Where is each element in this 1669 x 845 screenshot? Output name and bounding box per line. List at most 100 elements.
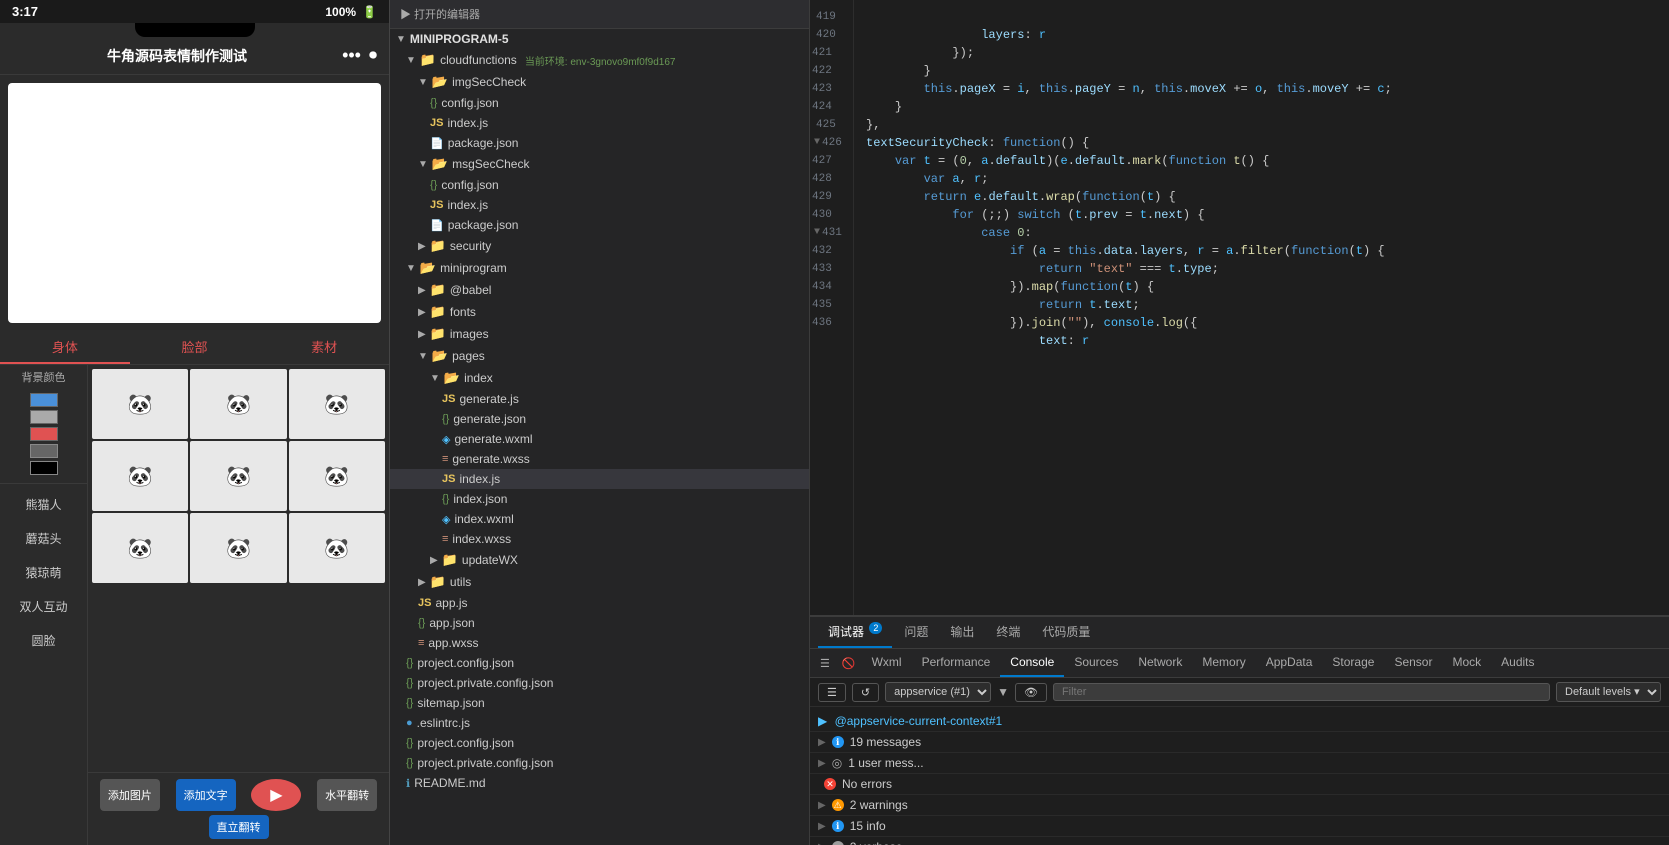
- project-private-config-json[interactable]: {} project.private.config.json: [390, 673, 809, 693]
- grid-item-1[interactable]: 🐼: [92, 369, 188, 439]
- tab-material[interactable]: 素材: [259, 331, 389, 364]
- img-config-json[interactable]: {} config.json: [390, 93, 809, 113]
- security-folder[interactable]: ▶ 📁 security: [390, 235, 809, 257]
- grid-item-6[interactable]: 🐼: [289, 441, 385, 511]
- tab-code-quality[interactable]: 代码质量: [1032, 617, 1100, 648]
- tab-body[interactable]: 身体: [0, 331, 130, 364]
- utils-folder[interactable]: ▶ 📁 utils: [390, 571, 809, 593]
- levels-select[interactable]: Default levels ▾: [1556, 682, 1661, 702]
- console-tab-storage[interactable]: Storage: [1322, 649, 1384, 677]
- swatch-black[interactable]: [30, 461, 58, 475]
- perf-tab-label: Performance: [922, 655, 991, 669]
- img-package-json[interactable]: 📄 package.json: [390, 133, 809, 153]
- record-icon[interactable]: ⏺: [369, 47, 377, 65]
- console-tab-appdata[interactable]: AppData: [1256, 649, 1323, 677]
- imgSecCheck-folder[interactable]: ▼ 📂 imgSecCheck: [390, 71, 809, 93]
- sources-tab-label: Sources: [1074, 655, 1118, 669]
- log-19-messages[interactable]: ▶ ℹ 19 messages: [810, 732, 1669, 753]
- index-folder[interactable]: ▼ 📂 index: [390, 367, 809, 389]
- console-tab-mock[interactable]: Mock: [1442, 649, 1491, 677]
- grid-item-4[interactable]: 🐼: [92, 441, 188, 511]
- next-arrow-btn[interactable]: ▶: [251, 779, 301, 811]
- flip-horizontal-btn[interactable]: 水平翻转: [317, 779, 377, 811]
- eye-btn[interactable]: 👁: [1015, 683, 1047, 702]
- grid-item-5[interactable]: 🐼: [190, 441, 286, 511]
- open-editors-header[interactable]: ▶ 打开的编辑器: [390, 0, 809, 29]
- generate-json[interactable]: {} generate.json: [390, 409, 809, 429]
- outer-project-config[interactable]: {} project.config.json: [390, 733, 809, 753]
- add-text-btn[interactable]: 添加文字: [176, 779, 236, 811]
- swatch-gray[interactable]: [30, 410, 58, 424]
- grid-item-9[interactable]: 🐼: [289, 513, 385, 583]
- root-item[interactable]: ▼ MINIPROGRAM-5: [390, 29, 809, 49]
- log-no-errors[interactable]: ✕ No errors: [810, 774, 1669, 795]
- sidebar-round-face[interactable]: 圆脸: [0, 624, 87, 657]
- updateWX-folder[interactable]: ▶ 📁 updateWX: [390, 549, 809, 571]
- swatch-blue[interactable]: [30, 393, 58, 407]
- console-tab-console[interactable]: Console: [1000, 649, 1064, 677]
- generate-wxss[interactable]: ≡ generate.wxss: [390, 449, 809, 469]
- console-tab-memory[interactable]: Memory: [1192, 649, 1255, 677]
- console-tab-audits[interactable]: Audits: [1491, 649, 1544, 677]
- msg-index-js[interactable]: JS index.js: [390, 195, 809, 215]
- app-json[interactable]: {} app.json: [390, 613, 809, 633]
- more-icon[interactable]: •••: [342, 45, 361, 66]
- index-json[interactable]: {} index.json: [390, 489, 809, 509]
- console-link[interactable]: @appservice-current-context#1: [835, 714, 1003, 728]
- img-index-js[interactable]: JS index.js: [390, 113, 809, 133]
- cloudfunctions-folder[interactable]: ▼ 📁 cloudfunctions 当前环境: env-3gnovo9mf0f…: [390, 49, 809, 71]
- outer-private-config[interactable]: {} project.private.config.json: [390, 753, 809, 773]
- sidebar-mushroom[interactable]: 蘑菇头: [0, 522, 87, 555]
- console-tab-network[interactable]: Network: [1128, 649, 1192, 677]
- images-folder[interactable]: ▶ 📁 images: [390, 323, 809, 345]
- msg-config-json[interactable]: {} config.json: [390, 175, 809, 195]
- tab-output[interactable]: 输出: [940, 617, 984, 648]
- tab-debugger[interactable]: 调试器 2: [818, 617, 892, 648]
- clear-console-btn[interactable]: 🚫: [836, 653, 862, 674]
- generate-wxml[interactable]: ◈ generate.wxml: [390, 429, 809, 449]
- project-config-json[interactable]: {} project.config.json: [390, 653, 809, 673]
- index-wxss[interactable]: ≡ index.wxss: [390, 529, 809, 549]
- generate-js[interactable]: JS generate.js: [390, 389, 809, 409]
- console-tab-wxml[interactable]: Wxml: [862, 649, 912, 677]
- readme-md[interactable]: ℹ README.md: [390, 773, 809, 793]
- dt-refresh-btn[interactable]: ↺: [852, 683, 879, 702]
- app-wxss[interactable]: ≡ app.wxss: [390, 633, 809, 653]
- tab-issues[interactable]: 问题: [894, 617, 938, 648]
- log-user-mess[interactable]: ▶ ◎ 1 user mess...: [810, 753, 1669, 774]
- grid-item-3[interactable]: 🐼: [289, 369, 385, 439]
- console-tab-sources[interactable]: Sources: [1064, 649, 1128, 677]
- dt-sidebar-btn[interactable]: ☰: [818, 683, 846, 702]
- index-wxml[interactable]: ◈ index.wxml: [390, 509, 809, 529]
- sidebar-dual[interactable]: 双人互动: [0, 590, 87, 623]
- swatch-darkgray[interactable]: [30, 444, 58, 458]
- grid-item-8[interactable]: 🐼: [190, 513, 286, 583]
- log-info[interactable]: ▶ ℹ 15 info: [810, 816, 1669, 837]
- flip-vertical-btn[interactable]: 直立翻转: [209, 815, 269, 839]
- sitemap-json[interactable]: {} sitemap.json: [390, 693, 809, 713]
- tab-face[interactable]: 脸部: [130, 331, 260, 364]
- grid-item-2[interactable]: 🐼: [190, 369, 286, 439]
- msgSecCheck-folder[interactable]: ▼ 📂 msgSecCheck: [390, 153, 809, 175]
- console-tab-sensor[interactable]: Sensor: [1384, 649, 1442, 677]
- sidebar-pandaman[interactable]: 熊猫人: [0, 488, 87, 521]
- index-js[interactable]: JS index.js: [390, 469, 809, 489]
- add-image-btn[interactable]: 添加图片: [100, 779, 160, 811]
- grid-item-7[interactable]: 🐼: [92, 513, 188, 583]
- filter-input[interactable]: [1053, 683, 1550, 701]
- swatch-red[interactable]: [30, 427, 58, 441]
- log-verbose[interactable]: ▶ • 2 verbose: [810, 837, 1669, 845]
- eslint-rc[interactable]: ● .eslintrc.js: [390, 713, 809, 733]
- console-tab-performance[interactable]: Performance: [912, 649, 1001, 677]
- app-js[interactable]: JS app.js: [390, 593, 809, 613]
- pages-folder[interactable]: ▼ 📂 pages: [390, 345, 809, 367]
- sidebar-toggle-btn[interactable]: ☰: [814, 653, 836, 674]
- msg-package-json[interactable]: 📄 package.json: [390, 215, 809, 235]
- context-selector[interactable]: appservice (#1): [885, 682, 991, 702]
- miniprogram-folder[interactable]: ▼ 📂 miniprogram: [390, 257, 809, 279]
- log-warnings[interactable]: ▶ ⚠ 2 warnings: [810, 795, 1669, 816]
- tab-terminal[interactable]: 终端: [986, 617, 1030, 648]
- sidebar-monkey[interactable]: 猿琼萌: [0, 556, 87, 589]
- babel-folder[interactable]: ▶ 📁 @babel: [390, 279, 809, 301]
- fonts-folder[interactable]: ▶ 📁 fonts: [390, 301, 809, 323]
